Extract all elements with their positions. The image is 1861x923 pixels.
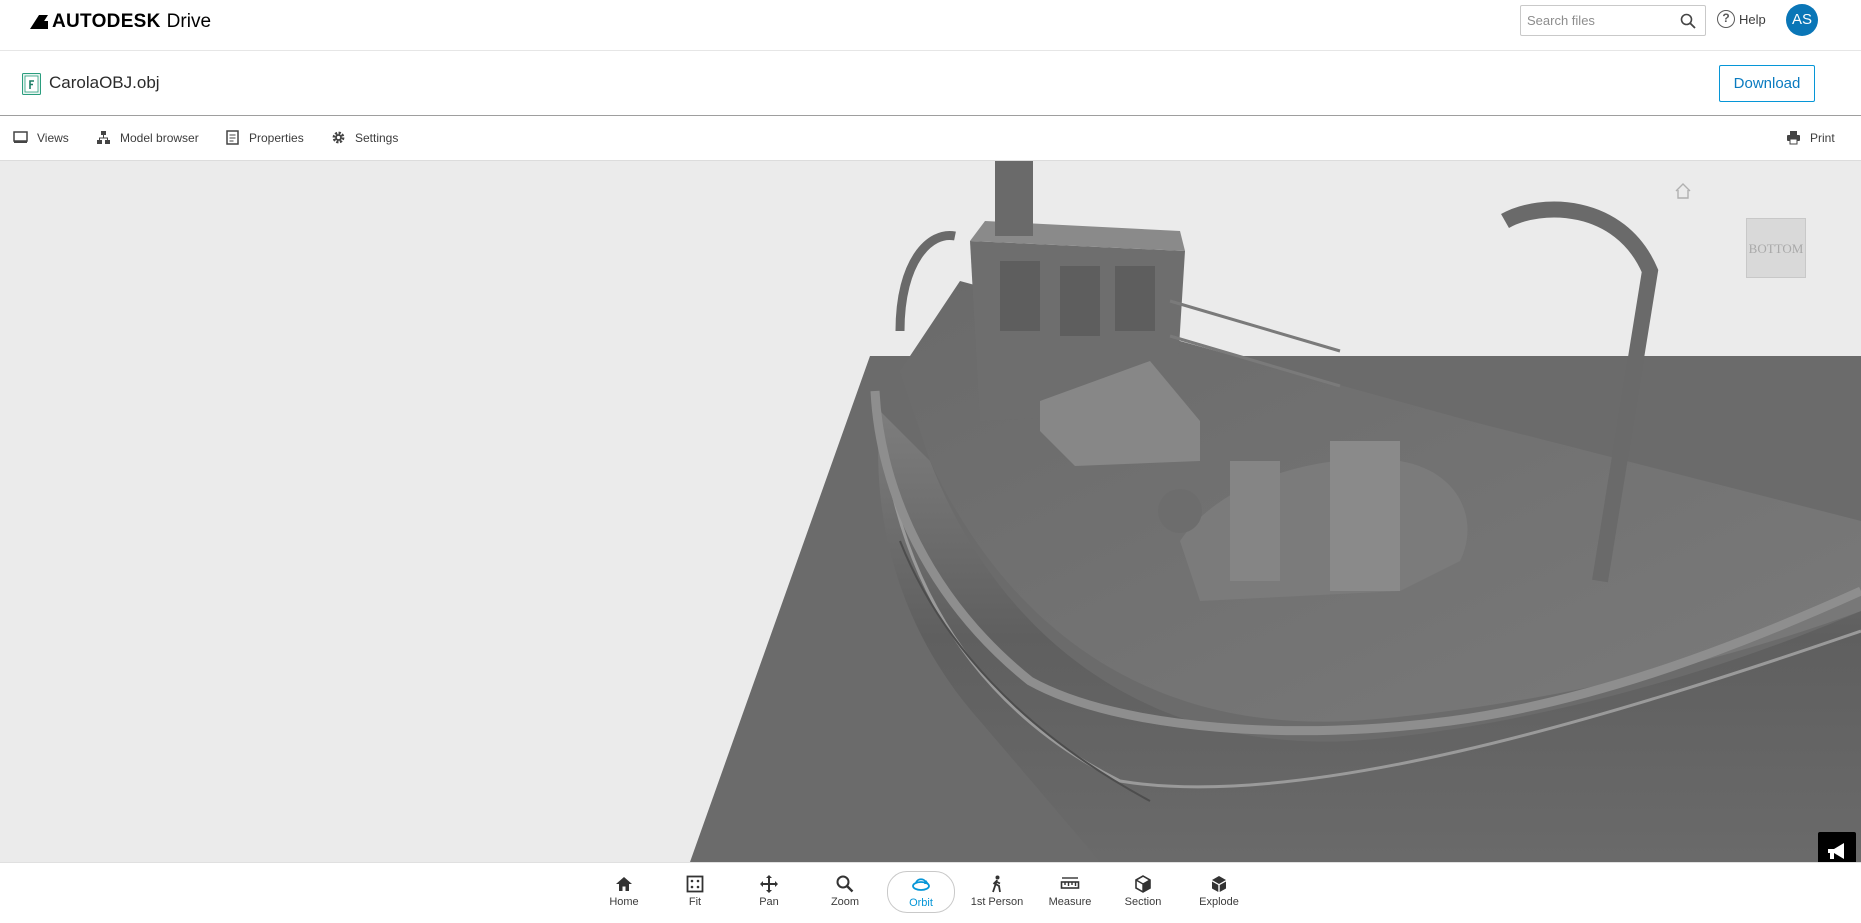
brand-name: AUTODESK: [52, 11, 161, 32]
pan-icon: [760, 875, 778, 893]
views-icon: [13, 131, 28, 143]
measure-tool-label: Measure: [1048, 896, 1092, 908]
autodesk-logo[interactable]: AUTODESK Drive: [30, 11, 211, 33]
navigation-toolbar: Home Fit Pan Zoom Orbit 1st Person Measu…: [0, 862, 1861, 923]
gear-icon: [332, 131, 345, 144]
model-browser-label: Model browser: [120, 130, 199, 145]
file-bar: CarolaOBJ.obj Download: [0, 52, 1861, 116]
views-label: Views: [37, 130, 69, 145]
viewcube-home-icon[interactable]: [1673, 181, 1693, 201]
explode-tool-label: Explode: [1199, 896, 1239, 908]
model-viewport[interactable]: BOTTOM: [0, 161, 1861, 862]
settings-label: Settings: [355, 130, 399, 145]
properties-label: Properties: [249, 130, 304, 145]
print-button[interactable]: Print: [1786, 130, 1835, 145]
properties-button[interactable]: Properties: [225, 130, 304, 145]
zoom-tool[interactable]: Zoom: [813, 871, 877, 913]
help-link[interactable]: ? Help: [1717, 10, 1766, 28]
views-button[interactable]: Views: [13, 130, 69, 145]
fit-icon: [686, 875, 704, 893]
help-label: Help: [1739, 11, 1766, 27]
fit-tool-label: Fit: [688, 896, 702, 908]
model-browser-button[interactable]: Model browser: [96, 130, 199, 145]
viewcube[interactable]: BOTTOM: [1746, 218, 1806, 278]
home-tool-label: Home: [609, 896, 639, 908]
top-header: AUTODESK Drive ? Help AS: [0, 0, 1861, 51]
zoom-icon: [836, 875, 854, 893]
model-browser-icon: [97, 131, 110, 144]
print-label: Print: [1810, 130, 1835, 145]
fit-tool[interactable]: Fit: [663, 871, 727, 913]
first-person-icon: [992, 875, 1001, 893]
search-input[interactable]: [1527, 10, 1677, 31]
pan-tool[interactable]: Pan: [737, 871, 801, 913]
search-box: [1520, 5, 1706, 36]
explode-icon: [1212, 876, 1226, 892]
orbit-tool[interactable]: Orbit: [887, 871, 955, 913]
ship-model-render[interactable]: [0, 161, 1861, 862]
autodesk-logo-icon: [30, 15, 48, 29]
file-type-icon: [22, 73, 41, 95]
measure-icon: [1060, 877, 1080, 889]
home-icon: [616, 877, 632, 891]
file-name: CarolaOBJ.obj: [49, 73, 160, 92]
properties-icon: [226, 130, 239, 145]
explode-tool[interactable]: Explode: [1187, 871, 1251, 913]
home-tool[interactable]: Home: [592, 871, 656, 913]
feedback-button[interactable]: [1818, 832, 1856, 862]
viewer-toolbar: Views Model browser Properties Settings: [0, 117, 1861, 161]
download-button[interactable]: Download: [1719, 65, 1815, 102]
printer-icon: [1787, 131, 1800, 145]
section-tool[interactable]: Section: [1111, 871, 1175, 913]
product-name: Drive: [166, 11, 212, 32]
avatar[interactable]: AS: [1786, 4, 1818, 36]
megaphone-icon: [1828, 843, 1844, 859]
orbit-tool-label: Orbit: [909, 897, 933, 909]
orbit-icon: [912, 878, 930, 891]
first-person-tool-label: 1st Person: [970, 896, 1024, 908]
section-icon: [1135, 875, 1151, 893]
zoom-tool-label: Zoom: [830, 896, 860, 908]
search-icon[interactable]: [1680, 13, 1696, 29]
settings-button[interactable]: Settings: [331, 130, 398, 145]
pan-tool-label: Pan: [759, 896, 779, 908]
first-person-tool[interactable]: 1st Person: [965, 871, 1029, 913]
section-tool-label: Section: [1124, 896, 1162, 908]
measure-tool[interactable]: Measure: [1038, 871, 1102, 913]
help-icon: ?: [1717, 10, 1735, 28]
